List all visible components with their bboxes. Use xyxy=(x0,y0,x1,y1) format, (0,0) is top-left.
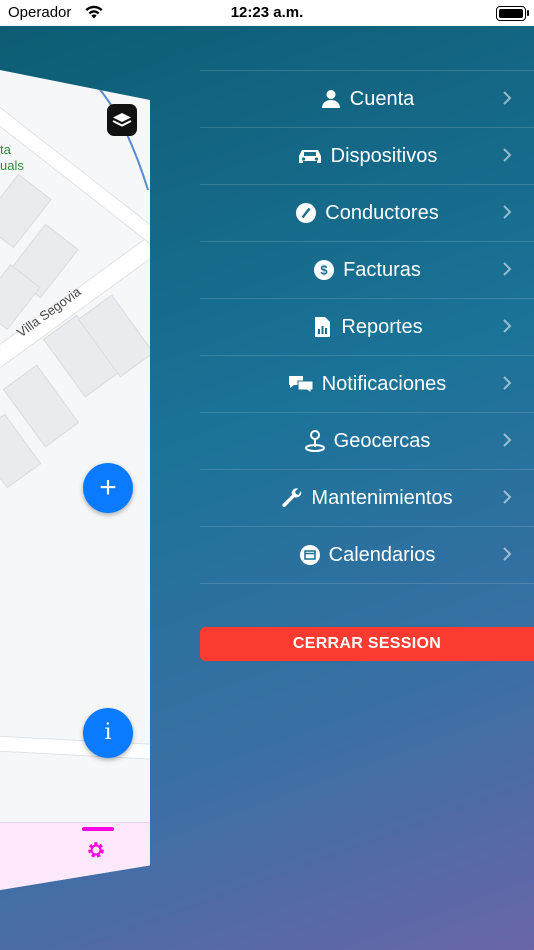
menu-item-cuenta[interactable]: Cuenta xyxy=(200,70,534,127)
comments-icon xyxy=(288,376,314,394)
menu-item-label: Geocercas xyxy=(333,429,431,452)
menu-item-geocercas[interactable]: Geocercas xyxy=(200,412,534,469)
menu-item-conductores[interactable]: Conductores xyxy=(200,184,534,241)
wrench-icon xyxy=(282,488,302,508)
map-view[interactable]: Villa Segovia ta uals + i xyxy=(0,70,150,890)
layers-button[interactable] xyxy=(107,104,137,136)
chevron-right-icon xyxy=(503,262,512,276)
menu-item-facturas[interactable]: $ Facturas xyxy=(200,241,534,298)
svg-text:$: $ xyxy=(320,263,328,278)
chevron-right-icon xyxy=(503,319,512,333)
chevron-right-icon xyxy=(503,205,512,219)
gear-icon[interactable] xyxy=(86,840,106,860)
chevron-right-icon xyxy=(503,91,512,105)
chevron-right-icon xyxy=(503,490,512,504)
battery-icon xyxy=(496,6,529,21)
menu-item-label: Reportes xyxy=(341,315,423,338)
info-button[interactable]: i xyxy=(83,708,133,758)
clock: 12:23 a.m. xyxy=(230,4,304,21)
person-icon xyxy=(321,90,340,108)
menu-item-label: Mantenimientos xyxy=(311,486,453,509)
map-screen[interactable]: Villa Segovia ta uals + i xyxy=(0,70,150,890)
menu-item-label: Cuenta xyxy=(349,87,415,110)
menu-item-mantenimientos[interactable]: Mantenimientos xyxy=(200,469,534,526)
chevron-right-icon xyxy=(503,148,512,162)
menu-item-label: Conductores xyxy=(325,201,439,224)
calendar-icon xyxy=(299,545,320,565)
menu-item-label: Calendarios xyxy=(328,543,436,566)
status-bar: Operador 12:23 a.m. xyxy=(0,0,534,26)
car-icon xyxy=(298,150,321,163)
chevron-right-icon xyxy=(503,433,512,447)
menu-item-label: Notificaciones xyxy=(321,372,447,395)
chevron-right-icon xyxy=(503,547,512,561)
compass-icon xyxy=(296,203,317,223)
layers-icon xyxy=(112,113,132,127)
menu-item-label: Facturas xyxy=(343,258,421,281)
menu-item-calendarios[interactable]: Calendarios xyxy=(200,526,534,584)
map-pin-icon xyxy=(304,430,325,452)
chevron-right-icon xyxy=(503,376,512,390)
park-label: ta uals xyxy=(0,142,24,173)
add-button[interactable]: + xyxy=(83,463,133,513)
report-icon xyxy=(315,317,331,337)
tab-indicator xyxy=(82,827,114,831)
logout-button[interactable]: CERRAR SESSION xyxy=(200,627,534,661)
menu-item-notificaciones[interactable]: Notificaciones xyxy=(200,355,534,412)
settings-menu: Cuenta Dispositivos Conductores $ Factur… xyxy=(200,70,534,584)
menu-item-label: Dispositivos xyxy=(330,144,438,167)
menu-item-dispositivos[interactable]: Dispositivos xyxy=(200,127,534,184)
menu-item-reportes[interactable]: Reportes xyxy=(200,298,534,355)
tab-bar xyxy=(0,822,150,890)
dollar-icon: $ xyxy=(314,260,335,280)
